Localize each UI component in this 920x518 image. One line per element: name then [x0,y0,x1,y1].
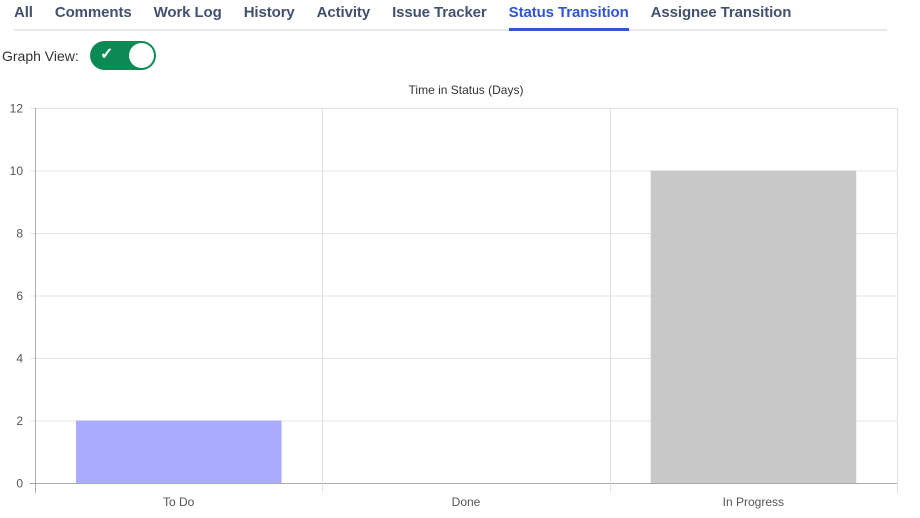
y-tick-label: 12 [10,102,24,116]
bar-to-do [76,420,282,483]
x-tick-label: To Do [163,495,195,509]
x-tick-label: In Progress [723,495,784,509]
bar-in-progress [650,170,857,483]
time-in-status-chart: Time in Status (Days) 0 2 4 6 8 10 12 To Do Done I… [10,83,898,509]
y-tick-label: 0 [16,477,23,491]
y-tick-label: 10 [10,164,24,178]
y-tick-label: 4 [16,352,23,366]
y-tick-label: 8 [16,227,23,241]
y-tick-label: 6 [16,289,23,303]
chart-title: Time in Status (Days) [409,83,524,97]
x-tick-label: Done [452,495,481,509]
y-tick-label: 2 [16,414,23,428]
